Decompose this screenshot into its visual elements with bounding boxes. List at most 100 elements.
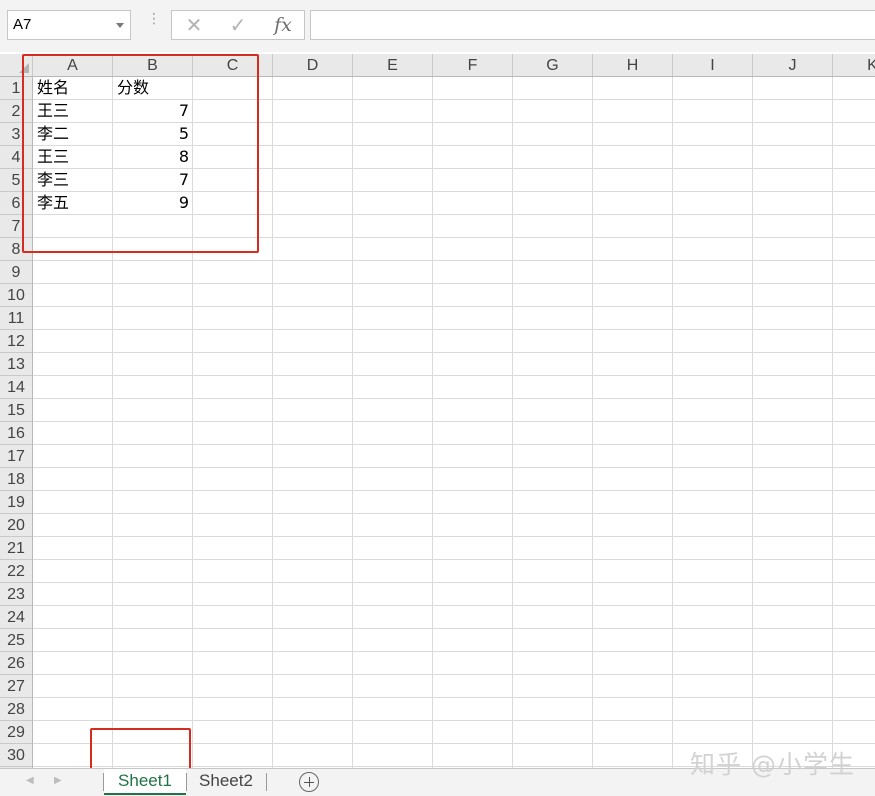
cell-a3[interactable]: 李二 xyxy=(33,123,113,145)
row-header-25[interactable]: 25 xyxy=(0,629,32,652)
gridline-vertical xyxy=(832,77,833,768)
cell-a5[interactable]: 李三 xyxy=(33,169,113,191)
column-headers: ABCDEFGHIJK xyxy=(33,54,875,77)
row-header-13[interactable]: 13 xyxy=(0,353,32,376)
column-header-i[interactable]: I xyxy=(673,54,753,76)
row-header-14[interactable]: 14 xyxy=(0,376,32,399)
row-header-21[interactable]: 21 xyxy=(0,537,32,560)
gridline-horizontal xyxy=(33,651,875,652)
gridline-horizontal xyxy=(33,398,875,399)
row-header-16[interactable]: 16 xyxy=(0,422,32,445)
scroll-tabs-left-icon[interactable]: ◀ xyxy=(26,775,34,786)
name-box[interactable]: A7 xyxy=(7,10,131,40)
cell-b1[interactable]: 分数 xyxy=(113,77,193,99)
row-header-6[interactable]: 6 xyxy=(0,192,32,215)
column-header-d[interactable]: D xyxy=(273,54,353,76)
cell-b3[interactable]: 5 xyxy=(113,123,193,145)
cell-b5[interactable]: 7 xyxy=(113,169,193,191)
cell-a4[interactable]: 王三 xyxy=(33,146,113,168)
gridline-horizontal xyxy=(33,582,875,583)
column-header-k[interactable]: K xyxy=(833,54,875,76)
formula-input[interactable] xyxy=(310,10,875,40)
gridline-horizontal xyxy=(33,444,875,445)
insert-function-icon[interactable]: fx xyxy=(263,11,303,39)
column-header-e[interactable]: E xyxy=(353,54,433,76)
plus-bar xyxy=(308,777,310,787)
row-header-1[interactable]: 1 xyxy=(0,77,32,100)
gridline-horizontal xyxy=(33,329,875,330)
cell-a2[interactable]: 王三 xyxy=(33,100,113,122)
cell-a6[interactable]: 李五 xyxy=(33,192,113,214)
row-header-9[interactable]: 9 xyxy=(0,261,32,284)
gridline-horizontal xyxy=(33,513,875,514)
row-header-15[interactable]: 15 xyxy=(0,399,32,422)
row-header-30[interactable]: 30 xyxy=(0,744,32,767)
column-header-f[interactable]: F xyxy=(433,54,513,76)
row-header-5[interactable]: 5 xyxy=(0,169,32,192)
spreadsheet-grid: ABCDEFGHIJK 1 2 3 4 5 6 7 8 9 10 11 12 13 14 15 16 17 18 1… xyxy=(0,52,875,768)
row-header-8[interactable]: 8 xyxy=(0,238,32,261)
row-header-29[interactable]: 29 xyxy=(0,721,32,744)
gridline-horizontal xyxy=(33,145,875,146)
row-header-11[interactable]: 11 xyxy=(0,307,32,330)
row-header-2[interactable]: 2 xyxy=(0,100,32,123)
gridline-horizontal xyxy=(33,467,875,468)
row-header-24[interactable]: 24 xyxy=(0,606,32,629)
row-header-27[interactable]: 27 xyxy=(0,675,32,698)
gridline-horizontal xyxy=(33,352,875,353)
row-header-22[interactable]: 22 xyxy=(0,560,32,583)
gridline-horizontal xyxy=(33,260,875,261)
cell-b4[interactable]: 8 xyxy=(113,146,193,168)
column-header-c[interactable]: C xyxy=(193,54,273,76)
gridline-horizontal xyxy=(33,490,875,491)
row-header-7[interactable]: 7 xyxy=(0,215,32,238)
gridline-vertical xyxy=(752,77,753,768)
row-header-28[interactable]: 28 xyxy=(0,698,32,721)
column-header-b[interactable]: B xyxy=(113,54,193,76)
row-header-19[interactable]: 19 xyxy=(0,491,32,514)
row-header-12[interactable]: 12 xyxy=(0,330,32,353)
row-header-18[interactable]: 18 xyxy=(0,468,32,491)
column-header-j[interactable]: J xyxy=(753,54,833,76)
formula-buttons: ✕ ✓ fx xyxy=(171,10,305,40)
cancel-icon[interactable]: ✕ xyxy=(174,11,214,39)
gridline-vertical xyxy=(432,77,433,768)
chevron-down-icon[interactable] xyxy=(116,23,124,28)
row-header-3[interactable]: 3 xyxy=(0,123,32,146)
drag-handle-icon[interactable]: ⋮ xyxy=(147,12,161,34)
row-header-20[interactable]: 20 xyxy=(0,514,32,537)
gridline-horizontal xyxy=(33,237,875,238)
column-header-a[interactable]: A xyxy=(33,54,113,76)
enter-icon[interactable]: ✓ xyxy=(218,11,258,39)
gridline-horizontal xyxy=(33,168,875,169)
cell-b2[interactable]: 7 xyxy=(113,100,193,122)
row-header-4[interactable]: 4 xyxy=(0,146,32,169)
gridline-horizontal xyxy=(33,191,875,192)
column-header-h[interactable]: H xyxy=(593,54,673,76)
gridline-horizontal xyxy=(33,375,875,376)
gridline-horizontal xyxy=(33,306,875,307)
gridline-horizontal xyxy=(33,743,875,744)
cell-area[interactable]: 姓名 分数 王三 7 李二 5 王三 8 李三 7 李五 9 xyxy=(33,77,875,768)
cell-b6[interactable]: 9 xyxy=(113,192,193,214)
gridline-vertical xyxy=(512,77,513,768)
tab-sheet2[interactable]: Sheet2 xyxy=(187,769,265,795)
gridline-vertical xyxy=(672,77,673,768)
scroll-tabs-right-icon[interactable]: ▶ xyxy=(54,775,62,786)
row-header-10[interactable]: 10 xyxy=(0,284,32,307)
row-header-17[interactable]: 17 xyxy=(0,445,32,468)
row-header-26[interactable]: 26 xyxy=(0,652,32,675)
cell-a1[interactable]: 姓名 xyxy=(33,77,113,99)
tab-sheet1[interactable]: Sheet1 xyxy=(104,769,186,795)
add-sheet-icon[interactable] xyxy=(299,772,319,792)
column-header-g[interactable]: G xyxy=(513,54,593,76)
gridline-vertical xyxy=(272,77,273,768)
row-header-23[interactable]: 23 xyxy=(0,583,32,606)
row-headers: 1 2 3 4 5 6 7 8 9 10 11 12 13 14 15 16 17 18 19 20 21 22 23 24 2… xyxy=(0,77,33,768)
gridline-horizontal xyxy=(33,214,875,215)
gridline-horizontal xyxy=(33,697,875,698)
select-all-button[interactable] xyxy=(0,54,33,77)
gridline-horizontal xyxy=(33,99,875,100)
select-all-triangle-icon xyxy=(19,63,29,73)
gridline-horizontal xyxy=(33,421,875,422)
